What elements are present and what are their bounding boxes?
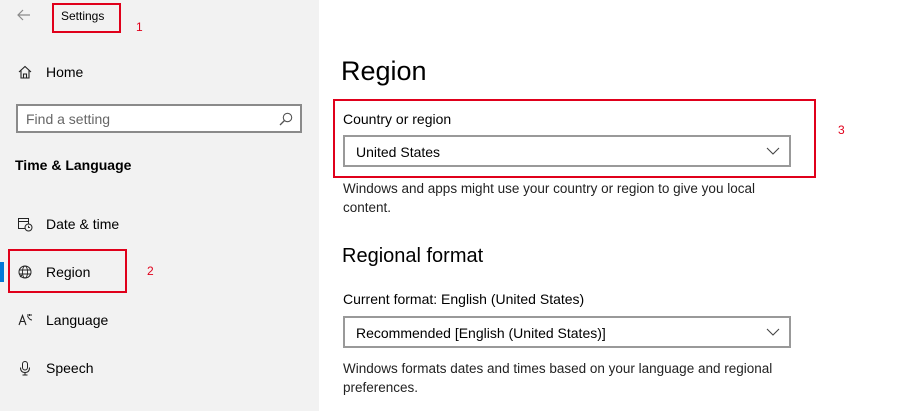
annotation-box-2 [8,249,127,293]
annotation-number-3: 3 [838,123,845,137]
annotation-box-1 [52,3,121,33]
language-icon [16,311,34,329]
country-region-description: Windows and apps might use your country … [343,181,755,215]
regional-format-value: Recommended [English (United States)] [356,325,606,341]
regional-format-description: Windows formats dates and times based on… [343,361,773,395]
sidebar-item-home[interactable]: Home [0,52,319,92]
calendar-clock-icon [16,215,34,233]
sidebar: Settings Home Time & Language Date & tim… [0,0,319,411]
sidebar-item-label: Date & time [46,216,120,232]
page-title: Region [341,56,427,86]
sidebar-item-label: Language [46,312,109,328]
sidebar-item-language[interactable]: Language [0,300,319,340]
section-heading: Time & Language [15,157,132,173]
annotation-box-3 [333,99,816,178]
annotation-number-2: 2 [147,264,154,278]
sidebar-item-date-time[interactable]: Date & time [0,204,319,244]
annotation-number-1: 1 [136,20,143,34]
regional-format-heading: Regional format [342,245,484,267]
search-box [16,104,302,133]
home-icon [16,63,34,81]
back-arrow-icon[interactable] [14,5,34,25]
search-icon[interactable] [278,111,294,127]
sidebar-item-label: Speech [46,360,94,376]
microphone-icon [16,359,34,377]
sidebar-item-speech[interactable]: Speech [0,348,319,388]
sidebar-item-label: Home [46,64,84,80]
search-input[interactable] [26,110,266,127]
regional-format-dropdown[interactable]: Recommended [English (United States)] [343,316,791,348]
current-format-label: Current format: English (United States) [343,291,585,307]
chevron-down-icon [766,328,780,336]
